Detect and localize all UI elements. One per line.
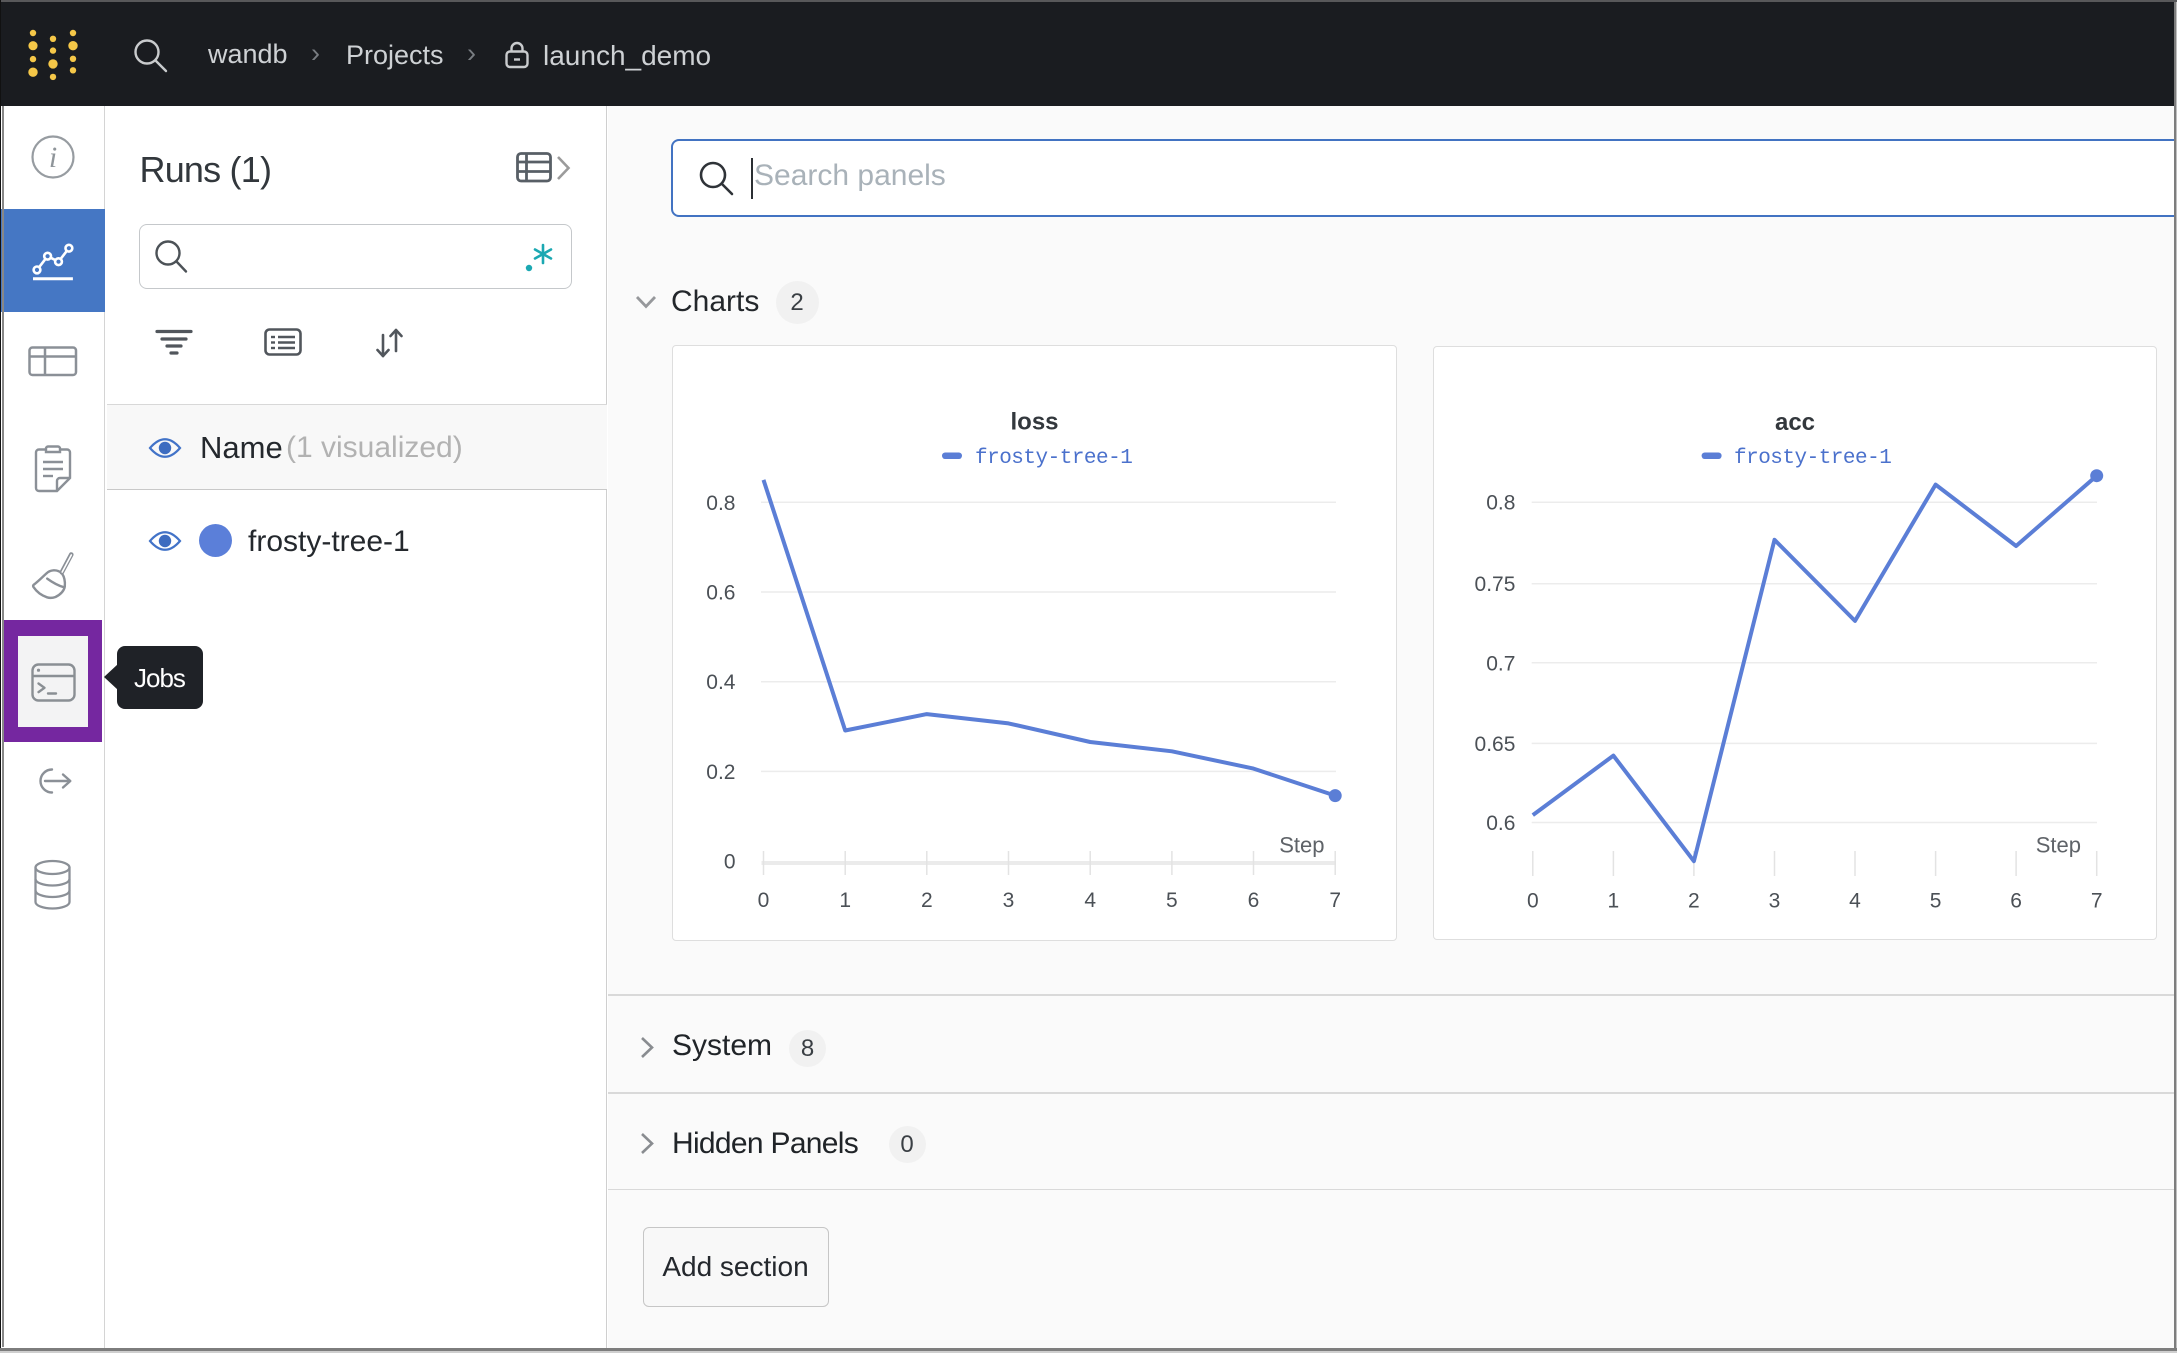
svg-text:0.6: 0.6 [706,582,735,605]
svg-text:3: 3 [1769,890,1781,913]
svg-text:0.2: 0.2 [706,761,735,784]
svg-text:0.8: 0.8 [706,492,735,515]
svg-text:0: 0 [1527,890,1539,913]
svg-text:0.6: 0.6 [1486,812,1515,835]
svg-text:0.4: 0.4 [706,671,736,694]
svg-text:0.65: 0.65 [1475,733,1516,756]
svg-text:3: 3 [1003,889,1015,912]
svg-text:5: 5 [1166,889,1178,912]
svg-text:5: 5 [1930,890,1942,913]
svg-text:6: 6 [1248,889,1260,912]
svg-text:1: 1 [839,889,851,912]
svg-text:2: 2 [921,889,933,912]
svg-text:0: 0 [724,851,736,874]
svg-text:Step: Step [2036,833,2081,858]
svg-text:2: 2 [1688,890,1700,913]
svg-text:0.75: 0.75 [1475,573,1516,596]
svg-text:6: 6 [2010,890,2022,913]
svg-text:acc: acc [1775,409,1815,436]
svg-text:0.7: 0.7 [1486,652,1515,675]
svg-text:i: i [49,141,57,174]
svg-text:0.8: 0.8 [1486,492,1515,515]
svg-text:7: 7 [2091,890,2103,913]
svg-text:4: 4 [1084,889,1096,912]
svg-text:0: 0 [758,889,770,912]
svg-text:Step: Step [1279,833,1324,858]
svg-text:4: 4 [1849,890,1861,913]
svg-text:1: 1 [1608,890,1620,913]
svg-text:frosty-tree-1: frosty-tree-1 [1734,447,1891,470]
svg-text:loss: loss [1010,409,1058,436]
svg-text:7: 7 [1329,889,1341,912]
svg-text:frosty-tree-1: frosty-tree-1 [975,447,1132,470]
